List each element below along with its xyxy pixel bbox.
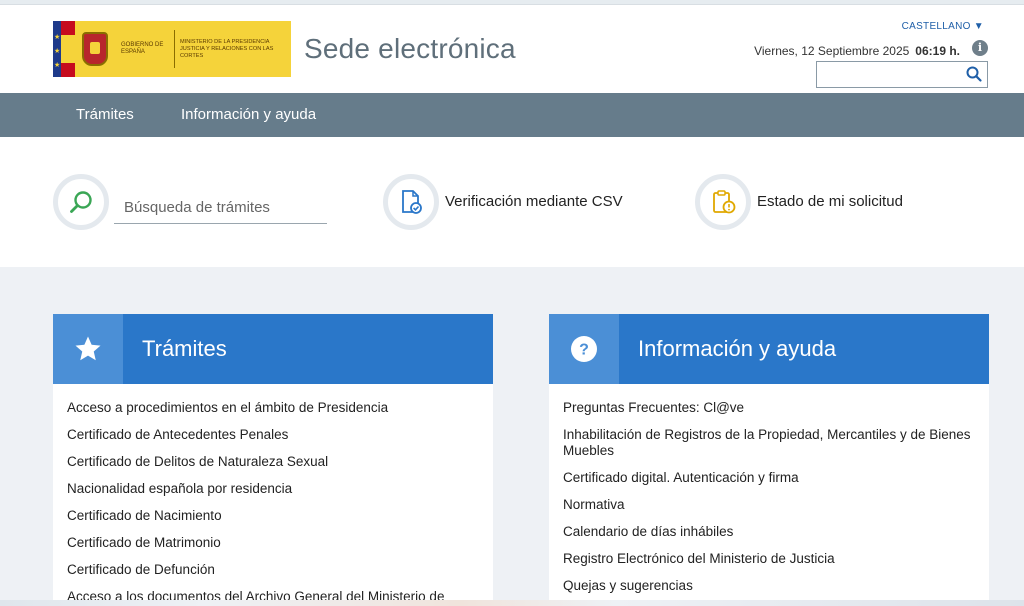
list-item[interactable]: Preguntas Frecuentes: Cl@ve — [563, 400, 975, 416]
list-item[interactable]: Registro Electrónico del Ministerio de J… — [563, 551, 975, 567]
info-panel: ? Información y ayuda Preguntas Frecuent… — [549, 314, 989, 606]
quick-access-bar: Verificación mediante CSV Estado de mi s… — [0, 137, 1024, 267]
header-search-input[interactable] — [817, 62, 962, 87]
logo-ministry-text: Ministerio de la Presidencia Justicia y … — [180, 38, 274, 59]
current-date: Viernes, 12 Septiembre 2025 — [754, 44, 910, 58]
government-logo[interactable]: ★ ★ ★ Gobierno de España Ministerio de l… — [53, 21, 291, 77]
info-panel-title: Información y ayuda — [638, 336, 837, 361]
list-item[interactable]: Calendario de días inhábiles — [563, 524, 975, 540]
nav-item-tramites[interactable]: Trámites — [76, 93, 134, 137]
list-item[interactable]: Nacionalidad española por residencia — [67, 481, 479, 497]
list-item[interactable]: Certificado de Matrimonio — [67, 535, 479, 551]
search-circle[interactable] — [53, 174, 109, 230]
header-search — [816, 61, 988, 88]
flag-icon: ★ ★ ★ — [53, 21, 75, 77]
coat-of-arms-icon — [75, 21, 115, 77]
search-icon[interactable] — [965, 65, 983, 83]
current-datetime: Viernes, 12 Septiembre 2025 06:19 h. — [754, 44, 960, 58]
clipboard-clock-icon — [713, 190, 736, 214]
list-item[interactable]: Normativa — [563, 497, 975, 513]
application-status-link[interactable]: Estado de mi solicitud — [757, 193, 903, 210]
list-item[interactable]: Inhabilitación de Registros de la Propie… — [563, 427, 975, 459]
current-time: 06:19 h. — [915, 44, 960, 58]
tramites-list: Acceso a procedimientos en el ámbito de … — [53, 384, 493, 605]
info-list: Preguntas Frecuentes: Cl@ve Inhabilitaci… — [549, 384, 989, 594]
document-check-icon — [402, 190, 422, 214]
nav-item-informacion-ayuda[interactable]: Información y ayuda — [181, 93, 316, 137]
site-header: ★ ★ ★ Gobierno de España Ministerio de l… — [0, 5, 1024, 93]
list-item[interactable]: Certificado de Nacimiento — [67, 508, 479, 524]
csv-circle[interactable] — [383, 174, 439, 230]
logo-government-text: Gobierno de España — [121, 42, 164, 55]
tramites-panel-title: Trámites — [142, 336, 227, 361]
list-item[interactable]: Certificado digital. Autenticación y fir… — [563, 470, 975, 486]
list-item[interactable]: Quejas y sugerencias — [563, 578, 975, 594]
site-title: Sede electrónica — [304, 33, 516, 64]
question-icon: ? — [549, 314, 619, 384]
bottom-strip — [0, 600, 1024, 606]
status-circle[interactable] — [695, 174, 751, 230]
language-selector[interactable]: CASTELLANO ▼ — [902, 21, 984, 32]
list-item[interactable]: Certificado de Defunción — [67, 562, 479, 578]
star-icon — [53, 314, 123, 384]
search-icon — [70, 191, 92, 213]
csv-verification-link[interactable]: Verificación mediante CSV — [445, 193, 623, 210]
info-icon[interactable]: i — [972, 40, 988, 56]
procedure-search-input[interactable] — [114, 192, 327, 224]
info-panel-header[interactable]: ? Información y ayuda — [549, 314, 989, 384]
logo-divider — [174, 30, 175, 68]
tramites-panel-header[interactable]: Trámites — [53, 314, 493, 384]
list-item[interactable]: Certificado de Antecedentes Penales — [67, 427, 479, 443]
list-item[interactable]: Acceso a procedimientos en el ámbito de … — [67, 400, 479, 416]
list-item[interactable]: Certificado de Delitos de Naturaleza Sex… — [67, 454, 479, 470]
svg-text:?: ? — [579, 342, 589, 359]
main-nav: Trámites Información y ayuda — [0, 93, 1024, 137]
tramites-panel: Trámites Acceso a procedimientos en el á… — [53, 314, 493, 606]
